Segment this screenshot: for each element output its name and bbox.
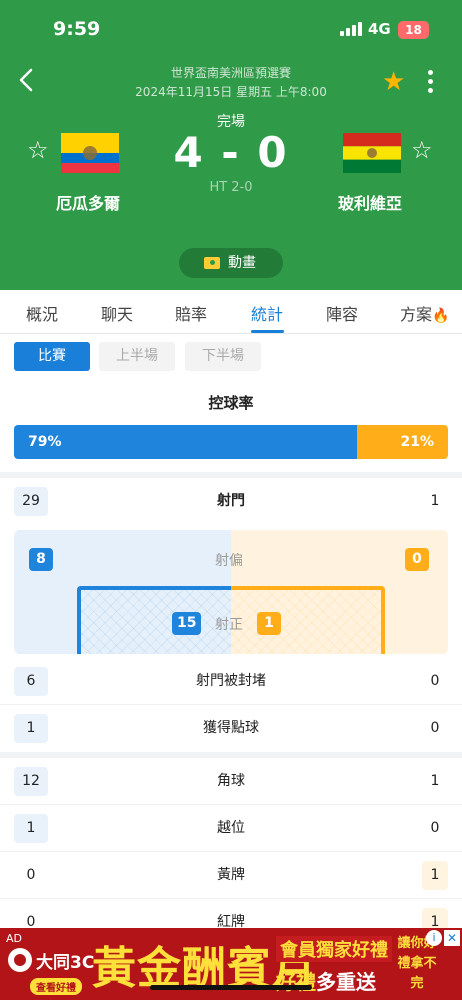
shots-off-target-home: 8 xyxy=(29,548,53,571)
ecuador-flag-icon xyxy=(61,133,119,173)
chevron-left-icon xyxy=(19,68,33,92)
home-team-name[interactable]: 厄瓜多爾 xyxy=(56,190,120,214)
tab-overview[interactable]: 概況 xyxy=(26,301,58,325)
away-team-name[interactable]: 玻利維亞 xyxy=(338,190,402,214)
stat-row-yellow-cards: 0 黃牌 1 xyxy=(0,852,462,899)
ad-close-icon[interactable]: ✕ xyxy=(444,930,460,946)
halftime-score: HT 2-0 xyxy=(209,180,253,195)
stat-row-blocked: 6 射門被封堵 0 xyxy=(0,658,462,705)
tab-odds[interactable]: 賠率 xyxy=(175,301,207,325)
follow-home-star-icon[interactable]: ☆ xyxy=(27,138,49,162)
stat-row-corners: 12 角球 1 xyxy=(0,758,462,805)
tab-stats[interactable]: 統計 xyxy=(251,301,283,325)
competition-name: 世界盃南美洲區預選賽 xyxy=(170,66,291,80)
back-button[interactable] xyxy=(16,66,38,94)
possession-home: 79% xyxy=(14,425,357,459)
match-header: 9:59 4G 18 世界盃南美洲區預選賽 2024年11月15日 星期五 上午… xyxy=(0,0,462,290)
ad-tag: AD xyxy=(6,932,22,945)
active-tab-indicator xyxy=(251,330,284,333)
ad-info-icon[interactable]: i xyxy=(426,930,442,946)
battery-icon: 18 xyxy=(398,21,429,39)
pitch-icon xyxy=(204,257,220,269)
tab-tips[interactable]: 方案🔥 xyxy=(400,301,449,325)
period-second-half[interactable]: 下半場 xyxy=(185,342,261,371)
signal-icon xyxy=(340,22,362,36)
possession-bar: 79% 21% xyxy=(14,425,448,459)
bolivia-flag-icon xyxy=(343,133,401,173)
ad-line-2: 好禮多重送 xyxy=(276,970,376,994)
shots-off-target-label: 射偏 xyxy=(215,553,243,569)
tab-chat[interactable]: 聊天 xyxy=(101,301,133,325)
possession-away: 21% xyxy=(357,425,448,459)
possession-title: 控球率 xyxy=(208,394,254,412)
status-bar: 9:59 4G 18 xyxy=(0,0,462,54)
network-type: 4G xyxy=(368,20,391,38)
ad-brand: 大同3C xyxy=(36,953,95,973)
ad-line-1: 會員獨家好禮 xyxy=(276,936,392,962)
tab-lineups[interactable]: 陣容 xyxy=(326,301,358,325)
fire-icon: 🔥 xyxy=(432,308,450,324)
animation-button[interactable]: 動畫 xyxy=(179,248,283,278)
shots-on-target-home: 15 xyxy=(172,612,202,635)
period-first-half[interactable]: 上半場 xyxy=(99,342,175,371)
score: 4 - 0 xyxy=(173,128,289,177)
brand-logo-icon xyxy=(8,948,32,972)
home-indicator xyxy=(150,985,312,990)
shots-off-target-away: 0 xyxy=(405,548,429,571)
stat-row-shots: 29 射門 1 xyxy=(0,478,462,525)
match-date: 2024年11月15日 星期五 上午8:00 xyxy=(135,85,327,99)
shots-on-target-away: 1 xyxy=(257,612,281,635)
period-full-match[interactable]: 比賽 xyxy=(14,342,90,371)
shots-on-target-label: 射正 xyxy=(215,617,243,633)
star-icon[interactable]: ★ xyxy=(382,69,405,95)
clock: 9:59 xyxy=(53,18,101,40)
stat-row-penalties: 1 獲得點球 0 xyxy=(0,705,462,752)
follow-away-star-icon[interactable]: ☆ xyxy=(411,138,433,162)
ad-cta[interactable]: 查看好禮 xyxy=(30,978,82,995)
more-options-icon[interactable] xyxy=(422,68,438,96)
stat-row-offsides: 1 越位 0 xyxy=(0,805,462,852)
shots-goal-visual: 8 射偏 0 15 射正 1 xyxy=(14,530,448,654)
tab-bar: 概況 聊天 賠率 統計 陣容 方案🔥 xyxy=(0,290,462,334)
